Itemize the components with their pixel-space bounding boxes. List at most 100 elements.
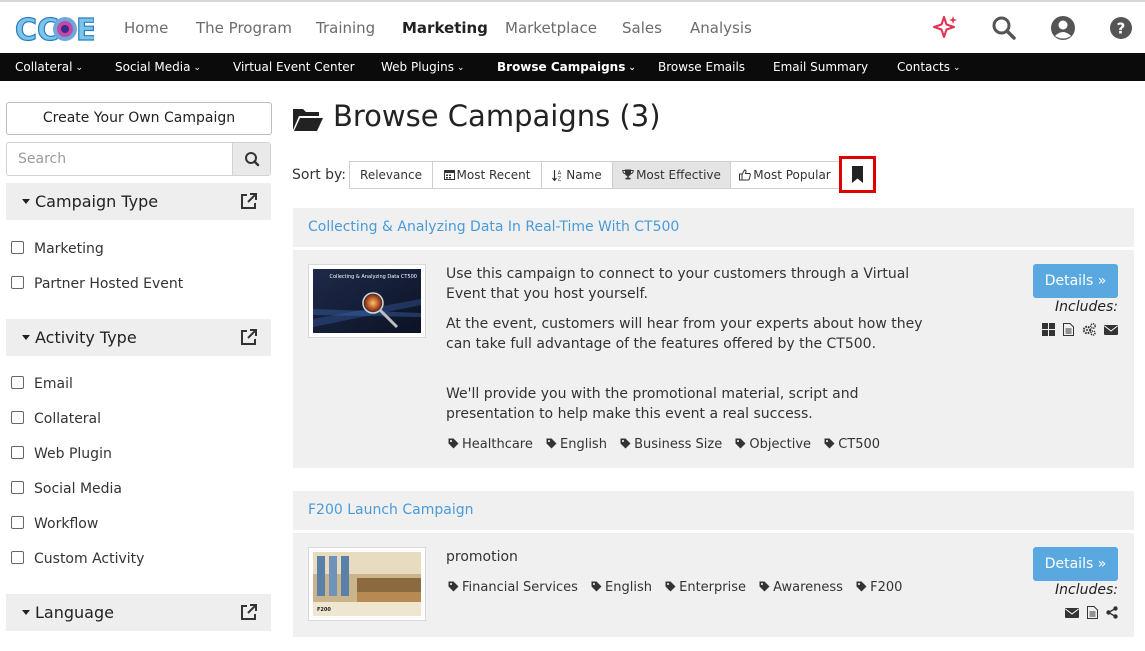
campaign-card-header: Collecting & Analyzing Data In Real-Time… [293,208,1134,247]
subnav-collateral[interactable]: Collateral ⌄ [15,60,83,74]
tag[interactable]: Business Size [620,437,722,452]
facet-activity-type[interactable]: Activity Type [6,319,271,356]
sort-most-popular-label: Most Popular [753,168,831,182]
subnav-web-plugins[interactable]: Web Plugins ⌄ [381,60,465,74]
campaign-card-header: F200 Launch Campaign [293,491,1134,530]
search-button[interactable] [232,143,270,175]
nav-the-program[interactable]: The Program [196,19,292,37]
checkbox[interactable] [11,446,24,459]
option-label: Partner Hosted Event [34,275,184,292]
external-link-icon[interactable] [240,604,257,621]
campaign-thumbnail[interactable]: Collecting & Analyzing Data CT500 [308,264,426,338]
user-icon[interactable] [1050,15,1076,41]
campaign-tags: Financial Services English Enterprise Aw… [448,580,911,595]
campaign-thumbnail[interactable]: F200 [308,547,426,621]
tag-label: Objective [749,437,812,452]
checkbox[interactable] [11,481,24,494]
option-label: Social Media [34,480,123,497]
bookmark-button[interactable] [839,156,876,193]
subnav-browse-campaigns[interactable]: Browse Campaigns ⌄ [497,60,636,74]
help-icon[interactable]: ? [1109,15,1135,41]
nav-home[interactable]: Home [124,19,168,37]
subnav-contacts[interactable]: Contacts ⌄ [897,60,961,74]
caret-down-icon [22,199,30,204]
search-icon[interactable] [991,15,1017,41]
nav-marketing[interactable]: Marketing [402,19,488,37]
envelope-icon [1104,325,1118,335]
option-social-media[interactable]: Social Media [11,478,123,497]
thumbnail-caption: F200 [317,607,331,613]
tag[interactable]: CT500 [824,437,880,452]
sort-name-button[interactable]: A Z Name [541,161,613,189]
share-icon [1106,606,1118,619]
option-workflow[interactable]: Workflow [11,513,98,532]
trophy-icon [622,169,634,180]
subnav-email-summary[interactable]: Email Summary [773,60,868,74]
checkbox[interactable] [11,376,24,389]
option-collateral[interactable]: Collateral [11,408,101,427]
nav-sales[interactable]: Sales [622,19,662,37]
tag-icon [856,581,867,592]
sidebar-search [6,142,271,176]
option-custom-activity[interactable]: Custom Activity [11,548,144,567]
checkbox[interactable] [11,411,24,424]
campaign-title-link[interactable]: F200 Launch Campaign [308,502,473,518]
tag[interactable]: Financial Services [448,580,578,595]
checkbox[interactable] [11,241,24,254]
cogs-icon [1082,323,1096,336]
subnav-contacts-label: Contacts [897,60,950,74]
sort-most-recent-button[interactable]: Most Recent [432,161,542,189]
details-button[interactable]: Details » [1033,264,1118,298]
chevron-down-icon: ⌄ [456,63,465,73]
sort-most-popular-button[interactable]: Most Popular [730,161,840,189]
includes-icons [1062,604,1118,619]
campaign-title-link[interactable]: Collecting & Analyzing Data In Real-Time… [308,219,679,235]
tag[interactable]: Healthcare [448,437,533,452]
sparkle-icon[interactable] [932,15,958,41]
option-partner-hosted-event[interactable]: Partner Hosted Event [11,273,184,292]
tag-icon [448,581,459,592]
nav-marketplace[interactable]: Marketplace [505,19,597,37]
calendar-icon [443,170,455,180]
tag[interactable]: Objective [735,437,811,452]
option-web-plugin[interactable]: Web Plugin [11,443,112,462]
facet-language[interactable]: Language [6,594,271,631]
tag-label: Financial Services [462,580,578,595]
tag-icon [735,438,746,449]
tag[interactable]: English [546,437,607,452]
tag[interactable]: Awareness [759,580,843,595]
tag[interactable]: English [591,580,652,595]
chevron-down-icon: ⌄ [628,63,636,73]
campaign-card-body: Collecting & Analyzing Data CT500 Use th… [293,250,1134,468]
option-email[interactable]: Email [11,373,73,392]
tag[interactable]: F200 [856,580,902,595]
option-marketing[interactable]: Marketing [11,238,104,257]
nav-training[interactable]: Training [316,19,375,37]
external-link-icon[interactable] [240,193,257,210]
campaign-description-p1: promotion [446,549,518,565]
marketing-subnav: Collateral ⌄ Social Media ⌄ Virtual Event … [0,53,1145,81]
ccoe-logo[interactable]: CC E [14,9,97,49]
search-input[interactable] [7,143,233,175]
subnav-virtual-event-center[interactable]: Virtual Event Center [233,60,355,74]
sort-relevance-button[interactable]: Relevance [349,161,433,189]
option-label: Web Plugin [34,445,112,462]
tag-label: Enterprise [679,580,746,595]
subnav-browse-emails[interactable]: Browse Emails [658,60,745,74]
chevron-down-icon: ⌄ [75,63,83,73]
checkbox[interactable] [11,516,24,529]
facet-campaign-type[interactable]: Campaign Type [6,183,271,220]
subnav-social-media[interactable]: Social Media ⌄ [115,60,201,74]
checkbox[interactable] [11,276,24,289]
sort-most-effective-button[interactable]: Most Effective [612,161,731,189]
create-campaign-button[interactable]: Create Your Own Campaign [6,102,272,135]
checkbox[interactable] [11,551,24,564]
chevron-down-icon: ⌄ [193,63,201,73]
thumbs-up-icon [739,168,752,180]
facet-language-title: Language [35,603,114,622]
nav-analysis[interactable]: Analysis [690,19,752,37]
details-button[interactable]: Details » [1033,547,1118,581]
external-link-icon[interactable] [240,329,257,346]
tag[interactable]: Enterprise [665,580,746,595]
folder-open-icon [293,109,323,131]
